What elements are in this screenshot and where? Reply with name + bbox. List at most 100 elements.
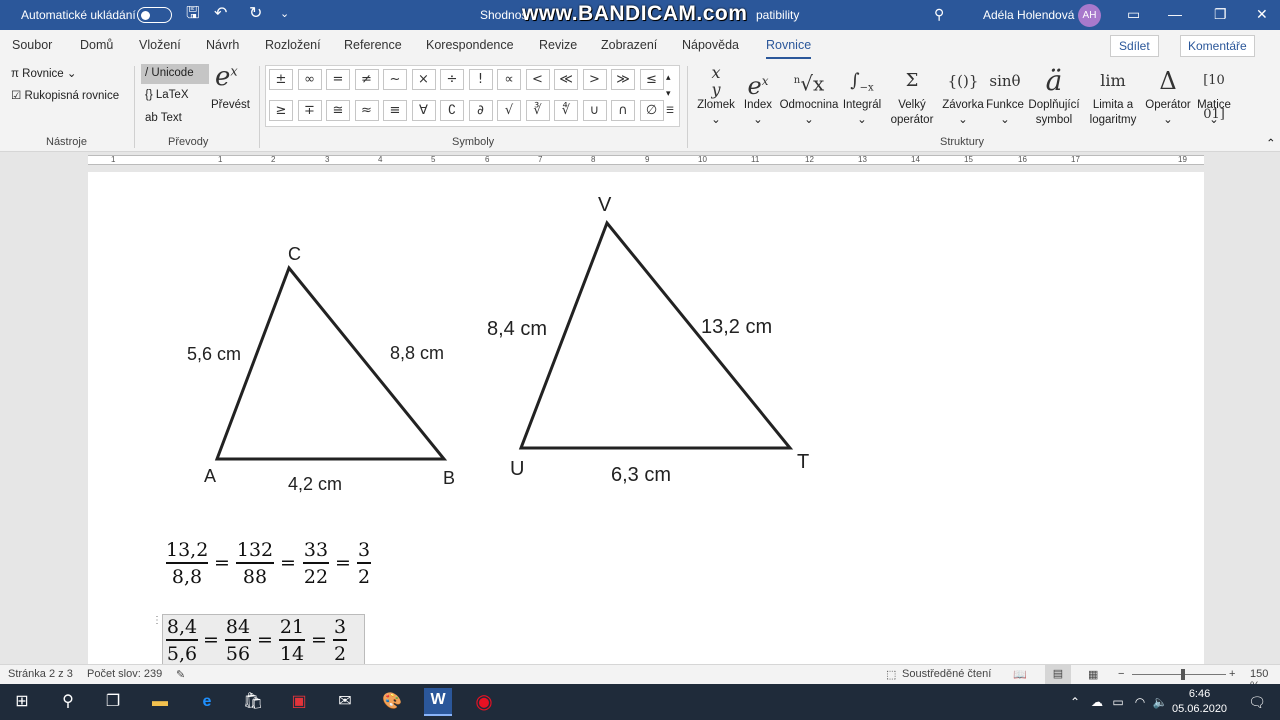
symbol-button[interactable]: × xyxy=(411,69,436,90)
symbol-button[interactable]: ∞ xyxy=(297,69,322,90)
symbol-button[interactable]: ÷ xyxy=(440,69,464,90)
zoom-slider[interactable] xyxy=(1132,674,1226,675)
word-count[interactable]: Počet slov: 239 xyxy=(87,668,162,680)
autosave-toggle[interactable] xyxy=(137,7,172,23)
gallery-down-icon[interactable]: ▾ xyxy=(666,88,671,99)
bracket-button[interactable]: {()} Závorka ⌄ xyxy=(942,64,984,128)
user-name[interactable]: Adéla Holendová xyxy=(983,8,1074,22)
symbol-button[interactable]: ∀ xyxy=(411,100,436,121)
symbol-button[interactable]: ∪ xyxy=(582,100,607,121)
ink-equation-button[interactable]: ☑ Rukopisná rovnice xyxy=(11,88,119,102)
symbol-button[interactable]: ≡ xyxy=(383,100,407,121)
tab-layout[interactable]: Rozložení xyxy=(265,38,321,52)
battery-icon[interactable]: ▭ xyxy=(1106,690,1130,714)
tab-equation[interactable]: Rovnice xyxy=(766,38,812,59)
symbol-button[interactable]: ≪ xyxy=(554,69,578,90)
file-explorer-icon[interactable]: ▬ xyxy=(148,690,172,714)
print-layout-icon[interactable]: ▤ xyxy=(1045,665,1071,684)
script-button[interactable]: ex Index ⌄ xyxy=(740,64,776,128)
convert-button[interactable]: Převést xyxy=(211,99,250,111)
system-clock[interactable]: 6:46 05.06.2020 xyxy=(1172,687,1227,717)
tab-design[interactable]: Návrh xyxy=(206,38,239,52)
search-icon[interactable]: ⚲ xyxy=(56,690,80,714)
word-icon[interactable]: W xyxy=(424,688,452,716)
read-mode-icon[interactable]: 📖 xyxy=(1013,668,1027,681)
tab-review[interactable]: Revize xyxy=(539,38,577,52)
tab-help[interactable]: Nápověda xyxy=(682,38,739,52)
tray-expand-icon[interactable]: ⌃ xyxy=(1063,690,1087,714)
radical-button[interactable]: n√x Odmocnina ⌄ xyxy=(778,64,840,128)
operator-button[interactable]: Δ Operátor ⌄ xyxy=(1144,64,1192,128)
equation-2[interactable]: 8,4 5,6 = 84 56 = 21 14 = 32 xyxy=(162,614,365,666)
symbol-button[interactable]: < xyxy=(525,69,550,90)
record-icon[interactable]: ◉ xyxy=(472,690,496,714)
symbol-button[interactable]: ∩ xyxy=(611,100,635,121)
share-button[interactable]: Sdílet xyxy=(1110,35,1159,57)
web-layout-icon[interactable]: ▦ xyxy=(1088,668,1098,681)
comments-button[interactable]: Komentáře xyxy=(1180,35,1255,57)
symbol-button[interactable]: ± xyxy=(269,69,293,90)
zoom-thumb[interactable] xyxy=(1181,669,1185,680)
integral-button[interactable]: ∫−x Integrál ⌄ xyxy=(840,64,884,128)
text-option[interactable]: ab Text xyxy=(145,112,182,124)
symbol-button[interactable]: ∜ xyxy=(554,100,578,121)
minimize-icon[interactable]: — xyxy=(1168,6,1182,22)
tab-mailings[interactable]: Korespondence xyxy=(426,38,514,52)
save-icon[interactable]: 🖫 xyxy=(186,5,200,23)
gallery-up-icon[interactable]: ▴ xyxy=(666,72,671,83)
redo-icon[interactable]: ↻ xyxy=(249,5,262,23)
close-icon[interactable]: ✕ xyxy=(1256,6,1268,23)
edge-icon[interactable]: e xyxy=(195,690,219,714)
symbol-button[interactable]: ≈ xyxy=(354,100,379,121)
symbol-button[interactable]: ≫ xyxy=(611,69,635,90)
fraction-button[interactable]: x y Zlomek ⌄ xyxy=(694,64,738,128)
unicode-option[interactable]: / Unicode xyxy=(141,64,209,84)
zoom-in-icon[interactable]: + xyxy=(1229,668,1235,680)
horizontal-ruler[interactable]: 1 1 2 3 4 5 6 7 8 9 10 11 12 13 14 15 16 17 19 xyxy=(0,152,1280,168)
tab-file[interactable]: Soubor xyxy=(12,38,52,52)
symbol-button[interactable]: ≅ xyxy=(326,100,350,121)
zoom-out-icon[interactable]: − xyxy=(1118,668,1124,680)
tab-view[interactable]: Zobrazení xyxy=(601,38,657,52)
symbol-button[interactable]: ~ xyxy=(383,69,407,90)
convert-icon[interactable]: ex xyxy=(215,62,238,92)
volume-icon[interactable]: 🔈 xyxy=(1148,690,1172,714)
task-view-icon[interactable]: ❐ xyxy=(101,690,125,714)
page-count[interactable]: Stránka 2 z 3 xyxy=(8,668,73,680)
symbol-button[interactable]: ∅ xyxy=(639,100,664,121)
store-icon[interactable]: 🛍 xyxy=(241,690,265,714)
avatar[interactable]: AH xyxy=(1078,4,1101,27)
proofing-icon[interactable]: ✎ xyxy=(176,668,185,681)
tab-home[interactable]: Domů xyxy=(80,38,113,52)
symbol-button[interactable]: ≤ xyxy=(639,69,664,90)
function-button[interactable]: sinθ Funkce ⌄ xyxy=(985,64,1025,128)
collapse-ribbon-icon[interactable]: ⌃ xyxy=(1266,136,1276,150)
gallery-more-icon[interactable]: ☰ xyxy=(666,105,674,116)
symbol-button[interactable]: = xyxy=(326,69,350,90)
tab-insert[interactable]: Vložení xyxy=(139,38,181,52)
undo-icon[interactable]: ↶ xyxy=(214,5,227,23)
symbol-button[interactable]: ∝ xyxy=(497,69,521,90)
focus-mode[interactable]: Soustředěné čtení xyxy=(902,668,991,680)
customize-qat-icon[interactable]: ⌄ xyxy=(280,5,289,23)
symbol-button[interactable]: ∂ xyxy=(468,100,493,121)
symbol-button[interactable]: ≠ xyxy=(354,69,379,90)
symbol-button[interactable]: ∛ xyxy=(525,100,550,121)
gift-icon[interactable]: ▣ xyxy=(287,690,311,714)
vertical-ruler[interactable] xyxy=(0,168,16,664)
paint-icon[interactable]: 🎨 xyxy=(380,690,404,714)
symbol-button[interactable]: > xyxy=(582,69,607,90)
limit-log-button[interactable]: lim Limita a logaritmy xyxy=(1085,64,1141,128)
focus-icon[interactable]: ⬚ xyxy=(886,668,896,681)
notifications-icon[interactable]: 🗨 xyxy=(1245,690,1269,714)
search-icon[interactable]: ⚲ xyxy=(934,5,944,23)
restore-icon[interactable]: ❐ xyxy=(1214,6,1227,23)
ribbon-display-icon[interactable]: ▭ xyxy=(1127,6,1140,23)
equation-button[interactable]: π Rovnice ⌄ xyxy=(11,66,77,80)
accent-button[interactable]: ä Doplňující symbol xyxy=(1025,64,1083,128)
symbol-button[interactable]: ≥ xyxy=(269,100,293,121)
matrix-button[interactable]: [10 01] Matice ⌄ xyxy=(1194,64,1234,128)
tab-references[interactable]: Reference xyxy=(344,38,402,52)
equation-handle-icon[interactable]: ⋮ xyxy=(152,615,162,629)
symbol-button[interactable]: √ xyxy=(497,100,521,121)
